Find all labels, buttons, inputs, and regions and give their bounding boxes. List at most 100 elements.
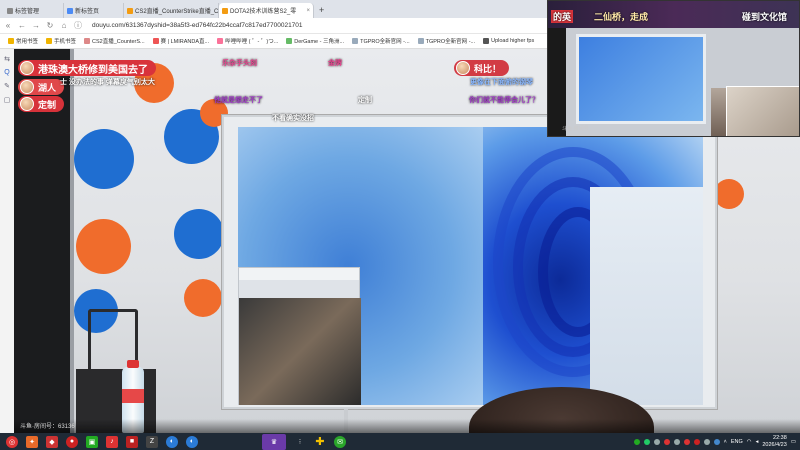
folder-icon: [84, 38, 91, 44]
bottle-label: [122, 389, 144, 403]
folder-icon: [417, 38, 424, 44]
close-icon[interactable]: ×: [306, 8, 310, 14]
volume-icon[interactable]: ◂: [756, 439, 759, 445]
app-icon-game[interactable]: ♛: [262, 433, 286, 450]
app-icon-red[interactable]: ■: [126, 435, 138, 448]
video-clip: [239, 298, 361, 405]
avatar: [456, 61, 470, 75]
pip-banner-text: 碰到文化馆: [742, 12, 788, 22]
tray-icon[interactable]: [633, 438, 640, 445]
tab-1[interactable]: 新标签页: [64, 3, 124, 18]
danmaku-pill: 科比！: [454, 60, 510, 76]
url-input[interactable]: douyu.com/631367dyshid=38a5f3-ed764fc22b…: [92, 22, 303, 29]
refresh-icon[interactable]: ↻: [46, 21, 54, 30]
tray-icon[interactable]: [663, 438, 670, 445]
pip-monitor: [576, 34, 706, 124]
bilibili-icon: [217, 38, 224, 44]
tab-favicon-icon: [222, 7, 228, 14]
wall-dot: [174, 209, 224, 259]
upload-icon: [483, 38, 490, 44]
folder-icon: [46, 38, 53, 44]
tab-title: 标签管理: [15, 9, 40, 15]
danmaku-line: 金牌: [328, 60, 342, 67]
search-icon[interactable]: Q: [0, 69, 14, 76]
tray-icon[interactable]: [653, 438, 660, 445]
bookmark-6[interactable]: TGPRO全新官网 -...: [352, 37, 410, 45]
tab-3[interactable]: DOTA2技术训练营S2_零 ×: [219, 3, 314, 18]
app-icon-game[interactable]: ◆: [46, 435, 58, 448]
tray-icon[interactable]: [703, 438, 710, 445]
bookmark-8[interactable]: Upload higher fps: [483, 38, 534, 44]
bookmark-0[interactable]: 常用书签: [8, 37, 38, 45]
bookmark-3[interactable]: 赛 | LMIRANDA直...: [152, 37, 209, 45]
pip-side: [548, 28, 566, 136]
tray-icon[interactable]: [673, 438, 680, 445]
folder-icon: [352, 38, 359, 44]
wechat-icon[interactable]: ✉: [334, 435, 346, 448]
browser-icon[interactable]: ◐: [166, 435, 178, 448]
avatar: [20, 97, 34, 111]
tray-icon[interactable]: [713, 438, 720, 445]
system-tray: ˄ ENG ◠ ◂ 22:38 2026/4/23 ▭: [633, 433, 796, 450]
danmaku-line: 他就是想走不了: [214, 97, 263, 104]
app-icon-chat[interactable]: ▣: [86, 435, 98, 448]
bookmark-5[interactable]: DerGame - 三角洲...: [286, 37, 344, 45]
pip-footer: 斗鱼·房间号: [562, 126, 589, 132]
chevron-up-icon[interactable]: ˄: [724, 439, 727, 445]
tray-icon[interactable]: [683, 438, 690, 445]
video-window: [238, 267, 361, 405]
tab-favicon-icon: [7, 7, 13, 14]
wall-dot: [76, 219, 131, 274]
tab-2[interactable]: CS2直播_CounterStrike直播_CS2×: [124, 3, 219, 18]
pip-banner-text: 的英: [551, 10, 574, 23]
app-icon-record[interactable]: ●: [66, 435, 78, 448]
danmaku-pill: 港珠澳大桥修到美国去了: [18, 60, 156, 76]
monitor-screen: [238, 127, 703, 405]
new-tab-button[interactable]: +: [314, 3, 329, 18]
notification-icon[interactable]: ▭: [791, 439, 796, 445]
clock[interactable]: 22:38 2026/4/23: [762, 435, 786, 448]
pip-window[interactable]: 的英 二仙桥，走成 碰到文化馆 斗鱼·房间号: [547, 0, 800, 137]
home-icon[interactable]: ⌂: [60, 21, 68, 30]
danmaku-line: 乐杂手头刻: [222, 60, 257, 67]
info-icon: ⓘ: [74, 21, 82, 30]
danmaku-line: 更像在下面俯的钢琴: [470, 79, 533, 86]
star-icon: [8, 38, 14, 44]
language-indicator[interactable]: ENG: [731, 439, 743, 445]
tab-title: 新标签页: [75, 9, 100, 15]
avatar: [20, 80, 34, 94]
bookmark-7[interactable]: TGPRO全新官网 -...: [417, 37, 475, 45]
avatar: [20, 61, 34, 75]
app-icon-start[interactable]: ◎: [6, 435, 18, 448]
app-icon-z[interactable]: Z: [146, 435, 158, 448]
window-icon[interactable]: ▢: [0, 96, 14, 104]
bottle-cap: [127, 360, 139, 368]
tab-favicon-icon: [67, 7, 73, 14]
taskbar: ◎ ✦ ◆ ● ▣ ♪ ■ Z ◐ ◐ ♛ ⁝ ✚ ✉ ˄ ENG ◠ ◂ 22…: [0, 433, 800, 450]
bookmark-2[interactable]: CS2直播_CounterS...: [84, 37, 145, 45]
bookmark-4[interactable]: 哔哩哔哩 ( ゜- ゜)つ...: [217, 37, 278, 45]
danmaku-pill: 湖人: [18, 79, 65, 95]
browser-side-panel: ⇆ Q ✎ ▢: [0, 49, 14, 433]
back-icon[interactable]: ←: [18, 21, 26, 30]
wifi-icon[interactable]: ◠: [747, 439, 752, 445]
folder-icon: [152, 38, 159, 44]
bookmark-1[interactable]: 手机书签: [46, 37, 76, 45]
tray-icon[interactable]: [643, 438, 650, 445]
danmaku-line: 定制: [358, 97, 372, 104]
browser-icon[interactable]: ◐: [186, 435, 198, 448]
app-icon-plus[interactable]: ✚: [314, 436, 326, 448]
edit-icon[interactable]: ✎: [0, 82, 14, 90]
app-icon-dots[interactable]: ⁝: [294, 436, 306, 448]
pip-stage: [566, 28, 799, 136]
app-icon-douyu[interactable]: ✦: [26, 435, 38, 448]
sidebar-toggle-icon[interactable]: ⇆: [0, 55, 14, 63]
tab-0[interactable]: 标签管理: [4, 3, 64, 18]
tray-icon[interactable]: [693, 438, 700, 445]
tab-title: DOTA2技术训练营S2_零: [230, 9, 297, 15]
sidebar-toggle-icon[interactable]: «: [4, 21, 12, 30]
forward-icon[interactable]: →: [32, 21, 40, 30]
room-id-label: 斗鱼·房间号：63136: [20, 424, 75, 430]
monitor: [222, 115, 717, 409]
app-icon-music[interactable]: ♪: [106, 435, 118, 448]
